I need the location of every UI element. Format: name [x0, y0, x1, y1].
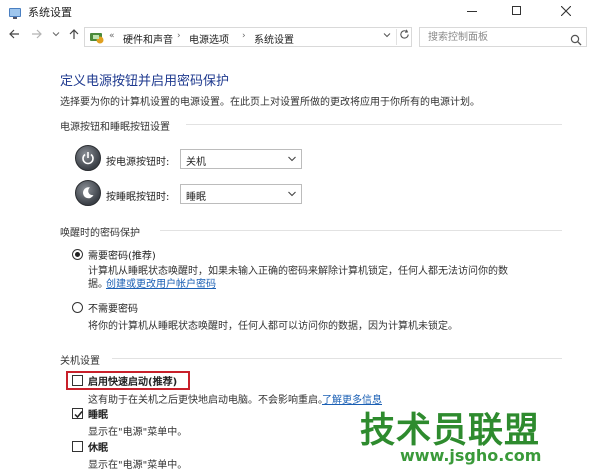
- watermark: 技术员联盟 www.jsgho.com: [360, 402, 586, 468]
- title-bar: 系统设置: [0, 0, 589, 24]
- no-password-radio[interactable]: [72, 302, 83, 313]
- close-button[interactable]: [543, 0, 589, 22]
- search-icon[interactable]: [570, 31, 582, 46]
- fast-startup-description: 这有助于在关机之后更快地启动电脑。不会影响重启。: [88, 395, 328, 406]
- forward-button[interactable]: [29, 28, 45, 44]
- change-password-link[interactable]: 创建或更改用户帐户密码: [106, 275, 216, 290]
- breadcrumb-overflow[interactable]: «: [109, 31, 115, 41]
- chevron-down-icon: [288, 191, 296, 197]
- maximize-button[interactable]: [494, 0, 540, 22]
- page-title: 定义电源按钮并启用密码保护: [60, 74, 230, 89]
- hibernate-description: 显示在"电源"菜单中。: [88, 460, 188, 471]
- hibernate-checkbox[interactable]: [72, 441, 83, 452]
- sleep-button-icon: [75, 180, 101, 206]
- breadcrumb-separator: ›: [177, 31, 181, 41]
- recent-locations-button[interactable]: [48, 28, 64, 44]
- power-button-action-select[interactable]: 关机: [180, 149, 302, 169]
- address-bar[interactable]: « 硬件和声音 › 电源选项 › 系统设置: [84, 27, 412, 47]
- sleep-button-action-select[interactable]: 睡眠: [180, 184, 302, 204]
- hibernate-label[interactable]: 休眠: [88, 439, 108, 454]
- section-divider: [186, 124, 562, 125]
- control-panel-icon: [8, 5, 22, 19]
- arrow-right-icon: [32, 29, 42, 39]
- maximize-icon: [512, 6, 521, 15]
- breadcrumb-separator: ›: [242, 31, 246, 41]
- power-button-label: 按电源按钮时:: [106, 157, 170, 168]
- minimize-icon: [467, 11, 477, 12]
- sleep-description: 显示在"电源"菜单中。: [88, 427, 188, 438]
- chevron-down-icon: [52, 32, 60, 37]
- back-button[interactable]: [6, 28, 22, 44]
- control-panel-icon: [89, 30, 105, 44]
- close-icon: [560, 5, 572, 17]
- section-divider: [160, 230, 562, 231]
- search-input[interactable]: [420, 28, 566, 46]
- section-divider: [112, 358, 562, 359]
- window-title: 系统设置: [28, 6, 72, 19]
- breadcrumb-hardware-sound[interactable]: 硬件和声音: [123, 31, 173, 46]
- no-password-description: 将你的计算机从睡眠状态唤醒时，任何人都可以访问你的数据，因为计算机未锁定。: [88, 321, 458, 332]
- breadcrumb-system-settings[interactable]: 系统设置: [254, 31, 294, 46]
- power-button-icon: [75, 145, 101, 171]
- watermark-url: www.jsgho.com: [400, 446, 542, 465]
- sleep-button-action-value: 睡眠: [186, 192, 206, 203]
- section-title-power-buttons: 电源按钮和睡眠按钮设置: [60, 122, 170, 133]
- arrow-left-icon: [9, 29, 19, 39]
- fast-startup-label[interactable]: 启用快速启动(推荐): [88, 373, 177, 388]
- refresh-button[interactable]: [396, 29, 411, 45]
- require-password-radio[interactable]: [72, 249, 83, 260]
- search-box: [419, 27, 587, 47]
- breadcrumb-power-options[interactable]: 电源选项: [189, 31, 229, 46]
- chevron-down-icon: [288, 156, 296, 162]
- sleep-checkbox[interactable]: [72, 408, 83, 419]
- fast-startup-checkbox[interactable]: [72, 375, 83, 386]
- minimize-button[interactable]: [449, 0, 495, 22]
- page-description: 选择要为你的计算机设置的电源设置。在此页上对设置所做的更改将应用于你所有的电源计…: [60, 97, 480, 108]
- section-title-shutdown: 关机设置: [60, 356, 100, 367]
- address-dropdown-button[interactable]: [383, 31, 391, 42]
- checkmark-icon: [74, 411, 83, 419]
- require-password-label[interactable]: 需要密码(推荐): [88, 247, 156, 262]
- up-button[interactable]: [66, 28, 82, 44]
- section-title-wake-password: 唤醒时的密码保护: [60, 228, 140, 239]
- sleep-label[interactable]: 睡眠: [88, 406, 108, 421]
- chevron-down-icon: [383, 33, 391, 38]
- arrow-up-icon: [69, 29, 79, 39]
- power-button-action-value: 关机: [186, 157, 206, 168]
- refresh-icon: [399, 29, 409, 39]
- require-password-description-cont: 据。: [88, 279, 108, 290]
- no-password-label[interactable]: 不需要密码: [88, 300, 138, 315]
- sleep-button-label: 按睡眠按钮时:: [106, 192, 170, 203]
